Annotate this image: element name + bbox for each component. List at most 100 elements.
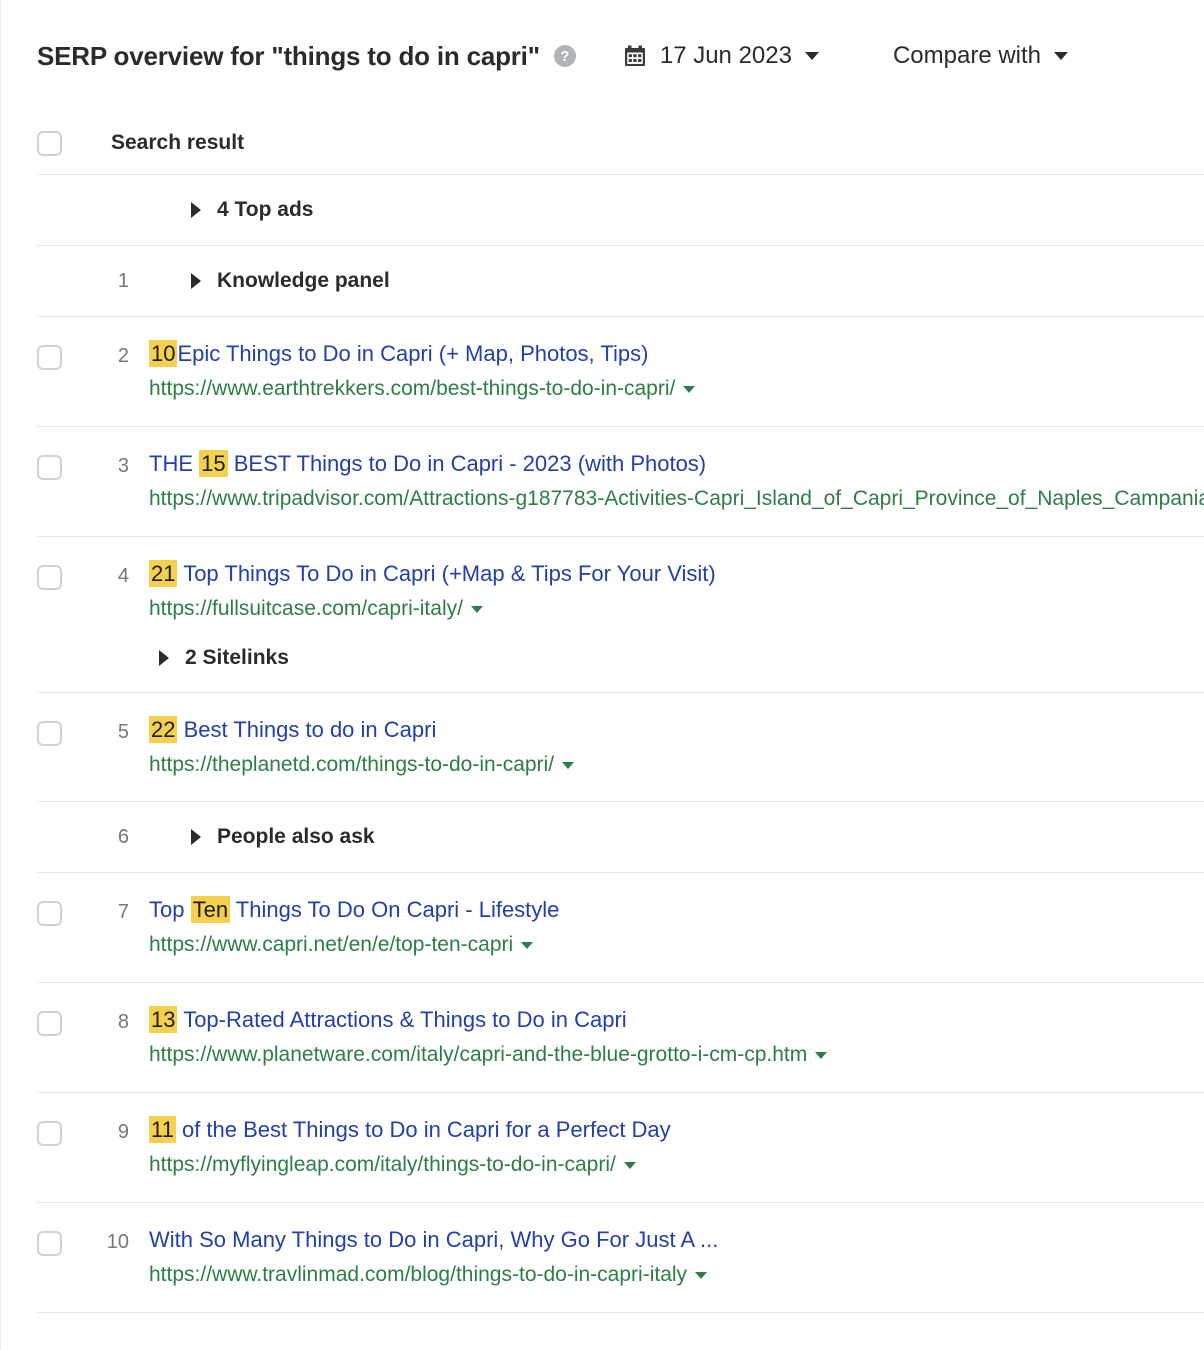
- triangle-right-icon[interactable]: [191, 273, 201, 289]
- help-circle-icon[interactable]: ?: [554, 45, 576, 67]
- result-title-link[interactable]: 13 Top-Rated Attractions & Things to Do …: [149, 1005, 1204, 1034]
- row-checkbox[interactable]: [37, 1011, 62, 1036]
- result-body: 10Epic Things to Do in Capri (+ Map, Pho…: [145, 339, 1204, 404]
- row-position: 8: [83, 1005, 145, 1034]
- result-url[interactable]: https://www.tripadvisor.com/Attractions-…: [149, 484, 1204, 514]
- compare-with-dropdown[interactable]: Compare with: [893, 42, 1068, 70]
- result-title-prefix: THE: [149, 451, 199, 476]
- result-title-text: With So Many Things to Do in Capri, Why …: [149, 1227, 718, 1252]
- result-title-link[interactable]: 21 Top Things To Do in Capri (+Map & Tip…: [149, 559, 1204, 588]
- keyword-highlight: 10: [149, 340, 177, 367]
- result-url[interactable]: https://fullsuitcase.com/capri-italy/: [149, 594, 1204, 624]
- chevron-down-icon[interactable]: [562, 762, 574, 769]
- feature-toggle[interactable]: People also ask: [191, 825, 375, 849]
- row-checkbox[interactable]: [37, 1231, 62, 1256]
- table-row[interactable]: 8 13 Top-Rated Attractions & Things to D…: [1, 983, 1204, 1092]
- result-title-link[interactable]: 22 Best Things to do in Capri: [149, 715, 1204, 744]
- result-body: 22 Best Things to do in Capri https://th…: [145, 715, 1204, 780]
- chevron-down-icon[interactable]: [471, 606, 483, 613]
- result-title-link[interactable]: With So Many Things to Do in Capri, Why …: [149, 1225, 1204, 1254]
- result-url[interactable]: https://myflyingleap.com/italy/things-to…: [149, 1150, 1204, 1180]
- result-title-link[interactable]: 10Epic Things to Do in Capri (+ Map, Pho…: [149, 339, 1204, 368]
- result-body: THE 15 BEST Things to Do in Capri - 2023…: [145, 449, 1204, 514]
- row-checkbox-slot: [37, 1225, 83, 1256]
- result-title-text: Best Things to do in Capri: [177, 717, 436, 742]
- table-row[interactable]: 3 THE 15 BEST Things to Do in Capri - 20…: [1, 427, 1204, 536]
- result-body: 13 Top-Rated Attractions & Things to Do …: [145, 1005, 1204, 1070]
- table-row[interactable]: 7 Top Ten Things To Do On Capri - Lifest…: [1, 873, 1204, 982]
- triangle-right-icon[interactable]: [159, 650, 169, 666]
- result-url[interactable]: https://www.earthtrekkers.com/best-thing…: [149, 374, 1204, 404]
- feature-toggle[interactable]: Knowledge panel: [191, 269, 390, 293]
- table-row[interactable]: 6 People also ask: [1, 802, 1204, 872]
- row-position: 7: [83, 895, 145, 924]
- chevron-down-icon[interactable]: [521, 942, 533, 949]
- row-checkbox-slot: [37, 339, 83, 370]
- sitelinks-toggle[interactable]: 2 Sitelinks: [159, 646, 1204, 670]
- feature-label: 4 Top ads: [217, 198, 313, 222]
- result-title-text: Things To Do On Capri - Lifestyle: [230, 897, 559, 922]
- keyword-highlight: 15: [199, 450, 227, 477]
- row-checkbox[interactable]: [37, 455, 62, 480]
- feature-toggle[interactable]: 4 Top ads: [191, 198, 313, 222]
- row-checkbox[interactable]: [37, 345, 62, 370]
- select-all-checkbox[interactable]: [37, 131, 62, 156]
- table-row[interactable]: 4 21 Top Things To Do in Capri (+Map & T…: [1, 537, 1204, 692]
- panel-header: SERP overview for "things to do in capri…: [1, 0, 1204, 112]
- row-checkbox-slot: [37, 1005, 83, 1036]
- result-url-text: https://www.travlinmad.com/blog/things-t…: [149, 1263, 687, 1286]
- row-checkbox[interactable]: [37, 565, 62, 590]
- table-row[interactable]: 2 10Epic Things to Do in Capri (+ Map, P…: [1, 317, 1204, 426]
- result-body: With So Many Things to Do in Capri, Why …: [145, 1225, 1204, 1290]
- result-title-link[interactable]: 11 of the Best Things to Do in Capri for…: [149, 1115, 1204, 1144]
- result-body: 11 of the Best Things to Do in Capri for…: [145, 1115, 1204, 1180]
- table-row[interactable]: 1 Knowledge panel: [1, 246, 1204, 316]
- keyword-highlight: Ten: [191, 896, 230, 923]
- result-url-text: https://theplanetd.com/things-to-do-in-c…: [149, 753, 554, 776]
- compare-with-label: Compare with: [893, 42, 1041, 70]
- row-position: 2: [83, 339, 145, 368]
- result-url[interactable]: https://www.planetware.com/italy/capri-a…: [149, 1040, 1204, 1070]
- row-position: 9: [83, 1115, 145, 1144]
- calendar-icon: [624, 45, 646, 67]
- result-url[interactable]: https://www.travlinmad.com/blog/things-t…: [149, 1260, 1204, 1290]
- keyword-highlight: 11: [149, 1116, 176, 1143]
- result-url-text: https://www.earthtrekkers.com/best-thing…: [149, 377, 675, 400]
- result-title-text: BEST Things to Do in Capri - 2023 (with …: [228, 451, 707, 476]
- keyword-highlight: 22: [149, 716, 177, 743]
- row-checkbox-slot: [37, 715, 83, 746]
- chevron-down-icon[interactable]: [624, 1162, 636, 1169]
- result-url[interactable]: https://theplanetd.com/things-to-do-in-c…: [149, 750, 1204, 780]
- result-url-text: https://myflyingleap.com/italy/things-to…: [149, 1153, 616, 1176]
- result-url[interactable]: https://www.capri.net/en/e/top-ten-capri: [149, 930, 1204, 960]
- result-title-link[interactable]: THE 15 BEST Things to Do in Capri - 2023…: [149, 449, 1204, 478]
- row-checkbox[interactable]: [37, 901, 62, 926]
- chevron-down-icon[interactable]: [695, 1272, 707, 1279]
- chevron-down-icon: [805, 52, 819, 60]
- keyword-highlight: 13: [149, 1006, 177, 1033]
- result-url-text: https://fullsuitcase.com/capri-italy/: [149, 597, 463, 620]
- chevron-down-icon[interactable]: [815, 1052, 827, 1059]
- triangle-right-icon[interactable]: [191, 202, 201, 218]
- row-divider: [37, 1312, 1204, 1313]
- chevron-down-icon[interactable]: [683, 386, 695, 393]
- table-row[interactable]: 5 22 Best Things to do in Capri https://…: [1, 693, 1204, 802]
- triangle-right-icon[interactable]: [191, 829, 201, 845]
- result-title-link[interactable]: Top Ten Things To Do On Capri - Lifestyl…: [149, 895, 1204, 924]
- table-row[interactable]: 4 Top ads: [1, 175, 1204, 245]
- row-checkbox[interactable]: [37, 1121, 62, 1146]
- result-url-text: https://www.capri.net/en/e/top-ten-capri: [149, 933, 513, 956]
- result-url-text: https://www.tripadvisor.com/Attractions-…: [149, 487, 1204, 510]
- date-picker[interactable]: 17 Jun 2023: [624, 42, 819, 70]
- row-checkbox-slot: [37, 559, 83, 590]
- result-title-text: Top Things To Do in Capri (+Map & Tips F…: [177, 561, 715, 586]
- row-checkbox[interactable]: [37, 721, 62, 746]
- chevron-down-icon: [1054, 52, 1068, 60]
- page-title: SERP overview for "things to do in capri…: [37, 41, 540, 72]
- row-checkbox-slot: [37, 449, 83, 480]
- table-row[interactable]: 9 11 of the Best Things to Do in Capri f…: [1, 1093, 1204, 1202]
- table-row[interactable]: 10 With So Many Things to Do in Capri, W…: [1, 1203, 1204, 1312]
- result-url-text: https://www.planetware.com/italy/capri-a…: [149, 1043, 807, 1066]
- result-title-text: Epic Things to Do in Capri (+ Map, Photo…: [177, 341, 648, 366]
- result-body: Top Ten Things To Do On Capri - Lifestyl…: [145, 895, 1204, 960]
